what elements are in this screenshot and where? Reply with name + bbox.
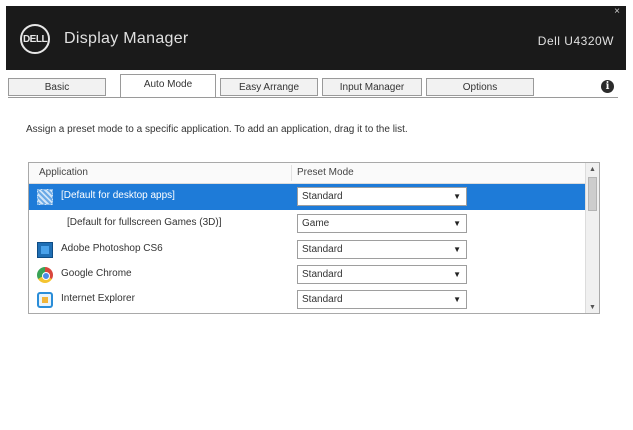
tab-bar: Basic Auto Mode Easy Arrange Input Manag…: [8, 72, 588, 98]
preset-mode-value: Standard: [302, 294, 343, 305]
internet-explorer-icon: [37, 292, 53, 308]
column-header-application[interactable]: Application: [39, 167, 88, 178]
column-divider: [291, 165, 292, 181]
scroll-thumb[interactable]: [588, 177, 597, 211]
app-name: Internet Explorer: [61, 293, 135, 304]
preset-mode-dropdown[interactable]: Standard ▼: [297, 265, 467, 284]
application-list[interactable]: Application Preset Mode [Default for des…: [28, 162, 600, 314]
list-item[interactable]: Adobe Photoshop CS6 Standard ▼: [29, 237, 585, 263]
tab-divider: [8, 97, 618, 98]
app-name: Google Chrome: [61, 268, 132, 279]
tab-options[interactable]: Options: [426, 78, 534, 96]
dell-logo-icon: DELL: [20, 24, 50, 54]
preset-mode-dropdown[interactable]: Standard ▼: [297, 187, 467, 206]
scroll-up-icon[interactable]: ▲: [586, 163, 599, 175]
column-header-preset-mode[interactable]: Preset Mode: [297, 167, 354, 178]
chevron-down-icon: ▼: [453, 219, 461, 228]
preset-mode-dropdown[interactable]: Game ▼: [297, 214, 467, 233]
photoshop-icon: [37, 242, 53, 258]
default-apps-icon: [37, 189, 53, 205]
title-bar: DELL Display Manager Dell U4320W ×: [6, 6, 626, 70]
list-header: Application Preset Mode: [29, 163, 585, 184]
monitor-model-label: Dell U4320W: [537, 34, 614, 48]
close-icon[interactable]: ×: [614, 7, 620, 17]
chevron-down-icon: ▼: [453, 295, 461, 304]
chevron-down-icon: ▼: [453, 192, 461, 201]
chevron-down-icon: ▼: [453, 245, 461, 254]
tab-auto-mode[interactable]: Auto Mode: [120, 74, 216, 98]
list-item[interactable]: [Default for fullscreen Games (3D)] Game…: [29, 211, 585, 237]
list-item[interactable]: [Default for desktop apps] Standard ▼: [29, 184, 585, 210]
chrome-icon: [37, 267, 53, 283]
list-item[interactable]: Google Chrome Standard ▼: [29, 262, 585, 288]
preset-mode-dropdown[interactable]: Standard ▼: [297, 240, 467, 259]
tab-easy-arrange[interactable]: Easy Arrange: [220, 78, 318, 96]
vertical-scrollbar[interactable]: ▲ ▼: [585, 163, 599, 313]
list-item[interactable]: Internet Explorer Standard ▼: [29, 287, 585, 313]
app-name: [Default for fullscreen Games (3D)]: [67, 217, 222, 228]
scroll-down-icon[interactable]: ▼: [586, 301, 599, 313]
app-title: Display Manager: [64, 30, 189, 47]
preset-mode-value: Standard: [302, 244, 343, 255]
app-name: [Default for desktop apps]: [61, 190, 175, 201]
chevron-down-icon: ▼: [453, 270, 461, 279]
tab-basic[interactable]: Basic: [8, 78, 106, 96]
dell-display-manager-window: DELL Display Manager Dell U4320W × Basic…: [0, 0, 633, 430]
preset-mode-dropdown[interactable]: Standard ▼: [297, 290, 467, 309]
preset-mode-value: Standard: [302, 269, 343, 280]
app-name: Adobe Photoshop CS6: [61, 243, 163, 254]
info-icon[interactable]: i: [601, 80, 614, 93]
tab-input-manager[interactable]: Input Manager: [322, 78, 422, 96]
instruction-text: Assign a preset mode to a specific appli…: [26, 124, 408, 135]
preset-mode-value: Game: [302, 218, 330, 229]
preset-mode-value: Standard: [302, 191, 343, 202]
